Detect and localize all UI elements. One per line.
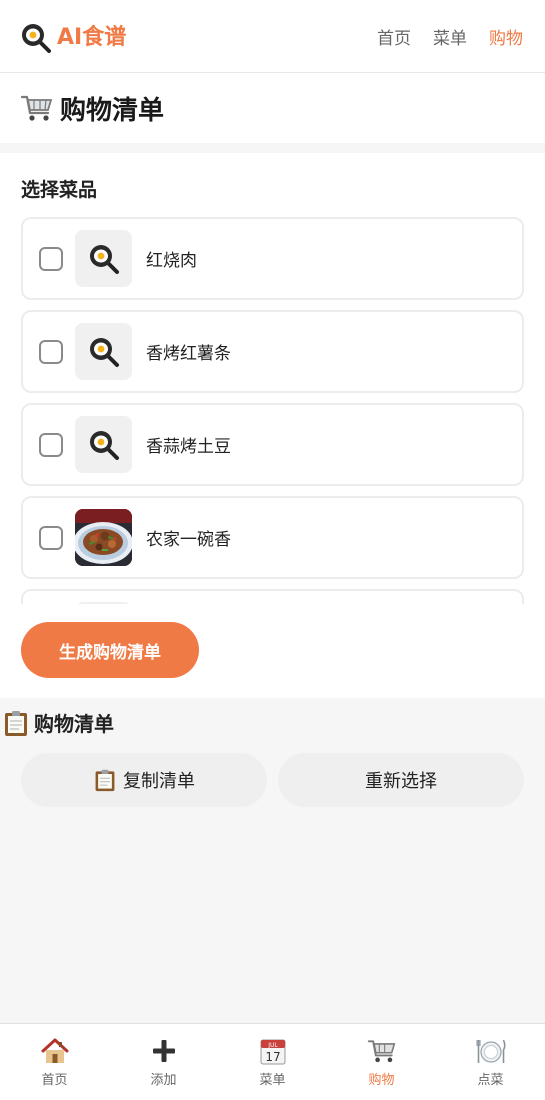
dish-item[interactable]: 农家一碗香 bbox=[21, 496, 524, 579]
svg-text:JUL: JUL bbox=[267, 1042, 278, 1049]
dish-item[interactable]: 香蒜烤土豆 bbox=[21, 403, 524, 486]
dish-checkbox[interactable] bbox=[39, 339, 63, 364]
top-nav: 首页 菜单 购物 bbox=[355, 27, 523, 51]
dish-thumbnail bbox=[75, 602, 132, 604]
dish-thumbnail bbox=[75, 323, 132, 380]
dish-checkbox[interactable] bbox=[39, 525, 63, 550]
frying-pan-egg-icon bbox=[22, 24, 51, 53]
tab-home[interactable]: 首页 bbox=[0, 1024, 109, 1100]
dish-item[interactable]: 红烧肉 bbox=[21, 217, 524, 300]
dish-list[interactable]: 红烧肉 香烤红薯条 香蒜烤土豆 农家一碗香 bbox=[21, 217, 524, 604]
dish-item[interactable]: 香烤红薯条 bbox=[21, 310, 524, 393]
tab-add-label: 添加 bbox=[150, 1073, 177, 1088]
brand[interactable]: AI食谱 bbox=[20, 22, 126, 54]
nav-home[interactable]: 首页 bbox=[377, 27, 411, 51]
dish-selection-panel: 选择菜品 红烧肉 香烤红薯条 香蒜烤土豆 农家一碗香 生成购物清单 bbox=[0, 153, 545, 698]
select-dishes-label: 选择菜品 bbox=[21, 179, 98, 201]
svg-text:17: 17 bbox=[265, 1050, 280, 1064]
frying-pan-egg-icon bbox=[89, 430, 119, 460]
shopping-cart-icon bbox=[367, 1040, 395, 1063]
dish-name: 香蒜烤土豆 bbox=[146, 437, 231, 457]
tab-order-label: 点菜 bbox=[477, 1073, 504, 1088]
tab-shopping[interactable]: 购物 bbox=[327, 1024, 436, 1100]
dish-photo-image bbox=[75, 509, 132, 566]
nav-shopping[interactable]: 购物 bbox=[489, 27, 523, 51]
page-header: 购物清单 bbox=[0, 73, 545, 143]
tab-menu[interactable]: JUL 17 菜单 bbox=[218, 1024, 327, 1100]
dish-item[interactable] bbox=[21, 589, 524, 604]
plus-icon bbox=[152, 1040, 175, 1062]
top-bar: AI食谱 首页 菜单 购物 bbox=[0, 0, 545, 73]
dish-photo bbox=[75, 509, 132, 566]
shopping-list-title: 购物清单 bbox=[34, 712, 114, 736]
brand-name: AI食谱 bbox=[57, 25, 127, 50]
reselect-button[interactable]: 重新选择 bbox=[278, 753, 524, 807]
tab-menu-label: 菜单 bbox=[259, 1073, 286, 1088]
copy-list-button[interactable]: 复制清单 bbox=[21, 753, 267, 807]
clipboard-icon bbox=[95, 769, 115, 792]
tab-order[interactable]: 点菜 bbox=[436, 1024, 545, 1100]
dish-name: 农家一碗香 bbox=[146, 530, 231, 550]
frying-pan-egg-icon bbox=[89, 337, 119, 367]
tab-shopping-label: 购物 bbox=[368, 1073, 395, 1088]
frying-pan-egg-icon bbox=[89, 244, 119, 274]
bottom-tab-bar: 首页 添加 JUL 17 菜单 购物 点菜 bbox=[0, 1023, 545, 1100]
shopping-list-section: 购物清单 复制清单 重新选择 bbox=[0, 698, 545, 1023]
copy-list-label: 复制清单 bbox=[123, 771, 195, 791]
dish-thumbnail bbox=[75, 230, 132, 287]
shopping-cart-icon bbox=[20, 95, 53, 121]
generate-list-button[interactable]: 生成购物清单 bbox=[21, 622, 199, 678]
dish-thumbnail bbox=[75, 416, 132, 473]
tab-home-label: 首页 bbox=[41, 1073, 68, 1088]
house-icon bbox=[41, 1038, 68, 1063]
dish-name: 香烤红薯条 bbox=[146, 344, 231, 364]
reselect-label: 重新选择 bbox=[365, 771, 437, 791]
dish-checkbox[interactable] bbox=[39, 432, 63, 457]
plate-cutlery-icon bbox=[476, 1039, 506, 1063]
nav-menu[interactable]: 菜单 bbox=[433, 27, 467, 51]
shopping-list-header: 购物清单 bbox=[2, 708, 114, 737]
page-title: 购物清单 bbox=[60, 95, 165, 126]
calendar-icon: JUL 17 bbox=[260, 1039, 285, 1065]
dish-checkbox[interactable] bbox=[39, 246, 63, 271]
tab-add[interactable]: 添加 bbox=[109, 1024, 218, 1100]
dish-name: 红烧肉 bbox=[146, 251, 197, 271]
clipboard-icon bbox=[5, 710, 27, 736]
